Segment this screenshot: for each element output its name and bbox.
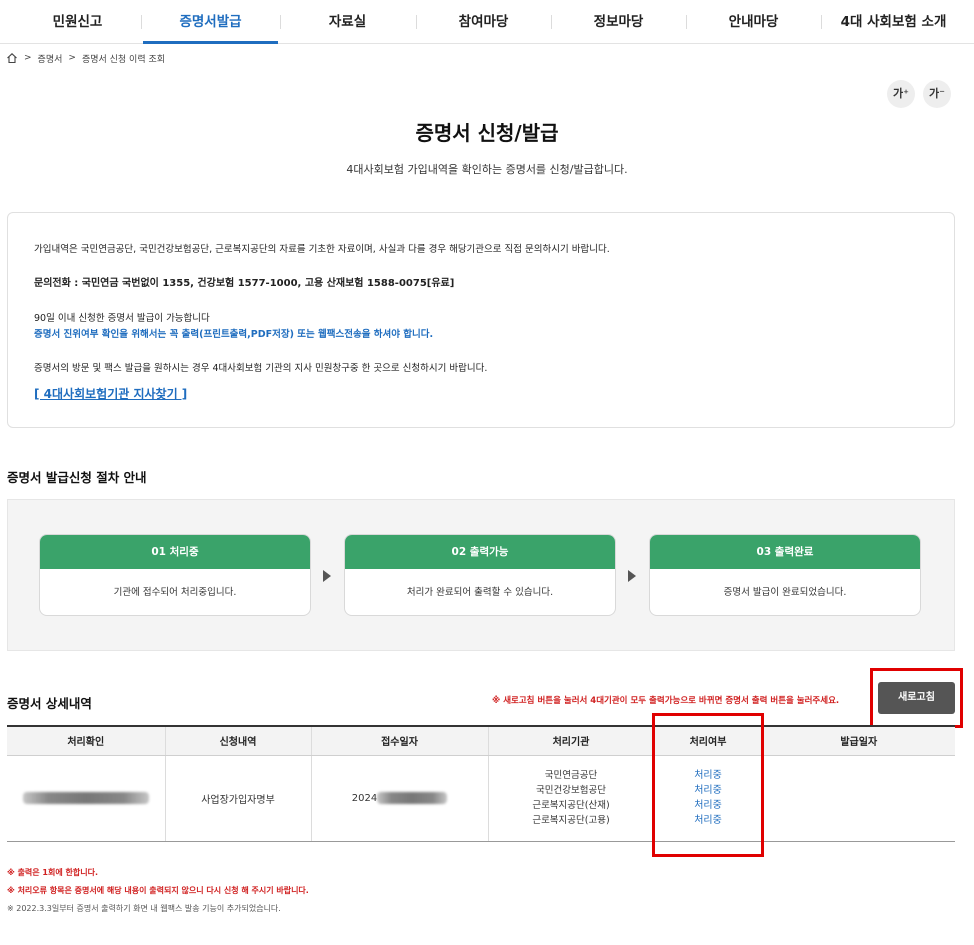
detail-heading: 증명서 상세내역 — [7, 696, 92, 711]
table-header-row: 처리확인 신청내역 접수일자 처리기관 처리여부 발급일자 — [7, 725, 955, 756]
column-header: 처리확인 — [7, 725, 166, 756]
font-increase-button[interactable]: 가⁺ — [887, 80, 915, 108]
nav-item-library[interactable]: 자료실 — [280, 0, 415, 44]
nav-item-complaint[interactable]: 민원신고 — [20, 0, 135, 44]
page-subtitle: 4대사회보험 가입내역을 확인하는 증명서를 신청/발급합니다. — [346, 163, 628, 176]
request-cell: 사업장가입자명부 — [165, 755, 312, 842]
nav-item-certificate[interactable]: 증명서발급 — [143, 0, 278, 44]
process-step: 03 출력완료 증명서 발급이 완료되었습니다. — [649, 534, 921, 616]
font-decrease-button[interactable]: 가⁻ — [923, 80, 951, 108]
notice-contact: 문의전화 : 국민연금 국번없이 1355, 건강보험 1577-1000, 고… — [34, 278, 455, 289]
nav-item-participation[interactable]: 참여마당 — [416, 0, 551, 44]
detail-table: 처리확인 신청내역 접수일자 처리기관 처리여부 발급일자 사업장가입자명부 2… — [7, 725, 955, 842]
footnote: ※ 처리오류 항목은 증명서에 해당 내용이 출력되지 않으니 다시 신청 해 … — [7, 886, 309, 895]
process-heading: 증명서 발급신청 절차 안내 — [7, 470, 147, 485]
nav-divider — [141, 15, 142, 29]
org-name: 국민연금공단 — [544, 770, 598, 781]
org-name: 근로복지공단(산재) — [532, 800, 610, 811]
process-step: 02 출력가능 처리가 완료되어 출력할 수 있습니다. — [344, 534, 616, 616]
refresh-warning: ※ 새로고침 버튼을 눌러서 4대기관이 모두 출력가능으로 바뀌면 증명서 출… — [492, 696, 840, 706]
redacted-value — [377, 792, 448, 804]
column-header: 신청내역 — [165, 725, 312, 756]
step-title: 02 출력가능 — [345, 535, 615, 569]
org-cell: 국민연금공단 국민건강보험공단 근로복지공단(산재) 근로복지공단(고용) — [488, 755, 655, 842]
date-prefix: 2024 — [351, 793, 378, 804]
issue-date-cell — [762, 755, 955, 842]
notice-text: 가입내역은 국민연금공단, 국민건강보험공단, 근로복지공단의 자료를 기초한 … — [34, 244, 610, 255]
breadcrumb-separator: > — [24, 53, 32, 63]
page-title: 증명서 신청/발급 — [415, 121, 559, 145]
column-header: 처리기관 — [488, 725, 655, 756]
date-cell: 2024 — [311, 755, 489, 842]
step-title: 03 출력완료 — [650, 535, 920, 569]
org-name: 국민건강보험공단 — [536, 785, 606, 796]
org-name: 근로복지공단(고용) — [532, 815, 610, 826]
breadcrumb-separator: > — [68, 53, 76, 63]
branch-finder-link[interactable]: [ 4대사회보험기관 지사찾기 ] — [34, 385, 187, 402]
arrow-right-icon — [323, 570, 331, 582]
breadcrumb-item-certificate[interactable]: 증명서 — [38, 52, 63, 65]
footnote: ※ 출력은 1회에 한합니다. — [7, 868, 98, 877]
column-header: 발급일자 — [762, 725, 955, 756]
breadcrumb: > 증명서 > 증명서 신청 이력 조회 — [6, 50, 165, 66]
redacted-value — [22, 792, 149, 804]
nav-item-about[interactable]: 4대 사회보험 소개 — [821, 0, 966, 44]
refresh-button[interactable]: 새로고침 — [878, 682, 955, 714]
notice-text: 증명서의 방문 및 팩스 발급을 원하시는 경우 4대사회보험 기관의 지사 민… — [34, 363, 488, 374]
nav-item-information[interactable]: 정보마당 — [551, 0, 686, 44]
step-desc: 증명서 발급이 완료되었습니다. — [723, 587, 847, 598]
arrow-right-icon — [628, 570, 636, 582]
home-icon[interactable] — [6, 52, 18, 64]
column-header: 접수일자 — [311, 725, 489, 756]
top-nav: 민원신고 증명서발급 자료실 참여마당 정보마당 안내마당 4대 사회보험 소개 — [0, 0, 974, 44]
footnote: ※ 2022.3.3일부터 증명서 출력하기 화면 내 웹팩스 발송 기능이 추… — [7, 904, 281, 913]
confirm-cell — [7, 755, 166, 842]
notice-highlight: 증명서 진위여부 확인을 위해서는 꼭 출력(프린트출력,PDF저장) 또는 웹… — [34, 329, 434, 340]
breadcrumb-item-history: 증명서 신청 이력 조회 — [81, 54, 166, 65]
table-row: 사업장가입자명부 2024 국민연금공단 국민건강보험공단 근로복지공단(산재)… — [7, 755, 955, 842]
notice-text: 90일 이내 신청한 증명서 발급이 가능합니다 — [34, 313, 210, 324]
highlight-box — [652, 713, 764, 857]
step-desc: 처리가 완료되어 출력할 수 있습니다. — [406, 587, 554, 598]
step-desc: 기관에 접수되어 처리중입니다. — [113, 587, 237, 598]
step-title: 01 처리중 — [40, 535, 310, 569]
nav-item-guide[interactable]: 안내마당 — [686, 0, 821, 44]
process-step: 01 처리중 기관에 접수되어 처리중입니다. — [39, 534, 311, 616]
nav-active-indicator — [143, 41, 278, 44]
notice-box: 가입내역은 국민연금공단, 국민건강보험공단, 근로복지공단의 자료를 기초한 … — [7, 212, 955, 428]
